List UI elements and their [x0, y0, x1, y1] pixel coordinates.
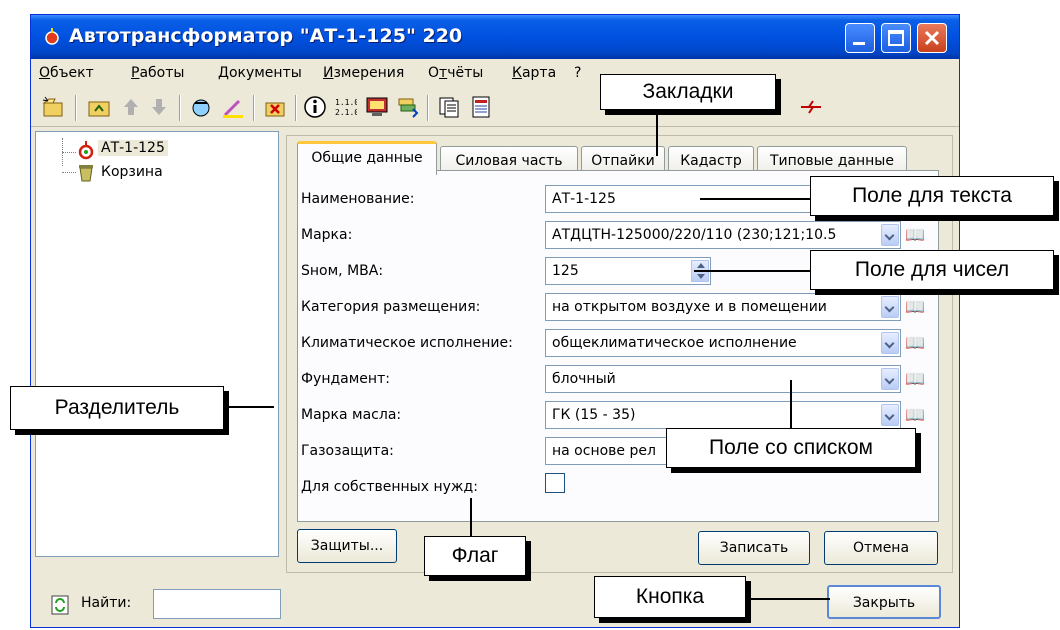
- oil-value: ГК (15 - 35): [552, 407, 636, 423]
- climate-catalog-book-icon[interactable]: 📖: [905, 333, 925, 353]
- foundation-combobox[interactable]: блочный: [545, 365, 901, 393]
- cut-line-icon[interactable]: [799, 95, 823, 119]
- gas-label: Газозащита:: [301, 443, 394, 459]
- tabs-callout: Закладки: [600, 74, 776, 110]
- menu-help[interactable]: ?: [574, 65, 581, 81]
- oil-combobox[interactable]: ГК (15 - 35): [545, 401, 901, 429]
- svg-text:1.1.0: 1.1.0: [335, 98, 357, 107]
- brand-dropdown-button[interactable]: [881, 224, 899, 246]
- climate-dropdown-button[interactable]: [881, 332, 899, 354]
- toolbar-separator: [253, 95, 255, 121]
- category-catalog-book-icon[interactable]: 📖: [905, 297, 925, 317]
- number-field-callout-pointer: [694, 270, 812, 272]
- oil-catalog-book-icon[interactable]: 📖: [905, 405, 925, 425]
- svg-text:2.1.0: 2.1.0: [335, 108, 357, 117]
- tree-connector: [62, 172, 76, 173]
- tree-connector: [62, 152, 76, 153]
- tree-item-trash[interactable]: Корзина: [101, 164, 163, 180]
- copy-document-icon[interactable]: [437, 95, 461, 119]
- flag-callout: Флаг: [424, 536, 526, 576]
- brand-combobox[interactable]: АТДЦТН-125000/220/110 (230;121;10.5: [545, 221, 901, 249]
- combo-callout-pointer: [790, 380, 792, 430]
- cancel-button[interactable]: Отмена: [824, 531, 938, 565]
- object-tree[interactable]: АТ-1-125 Корзина: [35, 131, 279, 557]
- arrow-down-icon[interactable]: [147, 95, 171, 119]
- splitter-callout-pointer: [224, 406, 274, 408]
- category-label: Категория размещения:: [301, 299, 481, 315]
- toolbar: 1.1.0 2.1.0: [31, 89, 959, 127]
- brand-label: Марка:: [301, 227, 353, 243]
- protections-button[interactable]: Защиты...: [297, 529, 397, 563]
- own-needs-checkbox[interactable]: [545, 473, 565, 493]
- properties-icon[interactable]: [189, 95, 213, 119]
- transformer-app-icon: [43, 27, 61, 45]
- brand-value: АТДЦТН-125000/220/110 (230;121;10.5: [552, 227, 837, 243]
- brand-catalog-book-icon[interactable]: 📖: [905, 225, 925, 245]
- menu-reports[interactable]: Отчёты: [428, 65, 483, 81]
- spin-down-icon[interactable]: [697, 274, 705, 279]
- close-window-button[interactable]: [917, 23, 947, 53]
- menu-object[interactable]: Объект: [39, 65, 94, 81]
- toolbar-separator: [75, 95, 77, 121]
- category-value: на открытом воздухе и в помещении: [552, 299, 827, 315]
- category-combobox[interactable]: на открытом воздухе и в помещении: [545, 293, 901, 321]
- counter-icon[interactable]: 1.1.02.1.0: [333, 95, 357, 119]
- new-object-icon[interactable]: [41, 95, 65, 119]
- monitor-icon[interactable]: [365, 95, 389, 119]
- menu-documents[interactable]: Документы: [218, 65, 302, 81]
- button-callout: Кнопка: [594, 576, 746, 618]
- combo-callout: Поле со списком: [666, 428, 916, 468]
- snom-label: Sном, МВА:: [301, 263, 384, 279]
- window-title: Автотрансформатор "АТ-1-125" 220: [69, 25, 463, 47]
- category-dropdown-button[interactable]: [881, 296, 899, 318]
- climate-combobox[interactable]: общеклиматическое исполнение: [545, 329, 901, 357]
- gas-value: на основе рел: [552, 443, 656, 459]
- save-button[interactable]: Записать: [698, 531, 810, 565]
- delete-object-icon[interactable]: [263, 95, 287, 119]
- autotransformer-icon: [78, 141, 94, 160]
- menu-measurements[interactable]: Измерения: [323, 65, 404, 81]
- arrow-up-icon[interactable]: [119, 95, 143, 119]
- foundation-catalog-book-icon[interactable]: 📖: [905, 369, 925, 389]
- spin-up-icon[interactable]: [697, 263, 705, 268]
- foundation-dropdown-button[interactable]: [881, 368, 899, 390]
- report-icon[interactable]: [469, 95, 493, 119]
- edit-pencil-icon[interactable]: [221, 95, 245, 119]
- climate-value: общеклиматическое исполнение: [552, 335, 797, 351]
- folder-up-icon[interactable]: [87, 95, 111, 119]
- oil-label: Марка масла:: [301, 407, 402, 423]
- toolbar-separator: [295, 95, 297, 121]
- search-input[interactable]: [153, 589, 281, 619]
- title-bar[interactable]: Автотрансформатор "АТ-1-125" 220: [31, 15, 959, 59]
- menu-map[interactable]: Карта: [512, 65, 556, 81]
- menu-bar: Объект Работы Документы Измерения Отчёты…: [31, 59, 959, 87]
- button-callout-pointer: [744, 598, 830, 600]
- own-needs-label: Для собственных нужд:: [301, 479, 478, 495]
- minimize-button[interactable]: [845, 23, 875, 53]
- close-button[interactable]: Закрыть: [827, 585, 941, 619]
- name-label: Наименование:: [301, 191, 415, 207]
- number-field-callout: Поле для чисел: [810, 250, 1054, 290]
- flag-callout-pointer: [470, 498, 472, 538]
- refresh-icon[interactable]: [51, 595, 69, 615]
- toolbar-separator: [179, 95, 181, 121]
- snom-number-field[interactable]: 125: [545, 257, 711, 285]
- maximize-button[interactable]: [881, 23, 911, 53]
- search-label: Найти:: [81, 595, 132, 611]
- climate-label: Климатическое исполнение:: [301, 335, 513, 351]
- tree-item-autotransformer[interactable]: АТ-1-125: [98, 140, 168, 156]
- stack-icon[interactable]: [395, 95, 419, 119]
- splitter-callout: Разделитель: [10, 386, 224, 430]
- foundation-label: Фундамент:: [301, 371, 390, 387]
- oil-dropdown-button[interactable]: [881, 404, 899, 426]
- menu-works[interactable]: Работы: [131, 65, 184, 81]
- recycle-bin-icon: [79, 165, 93, 182]
- tab-general[interactable]: Общие данные: [297, 141, 437, 175]
- text-field-callout: Поле для текста: [810, 176, 1054, 216]
- toolbar-separator: [427, 95, 429, 121]
- tabs-callout-pointer: [656, 108, 658, 156]
- info-icon[interactable]: [303, 95, 327, 119]
- foundation-value: блочный: [552, 371, 616, 387]
- text-field-callout-pointer: [700, 198, 812, 200]
